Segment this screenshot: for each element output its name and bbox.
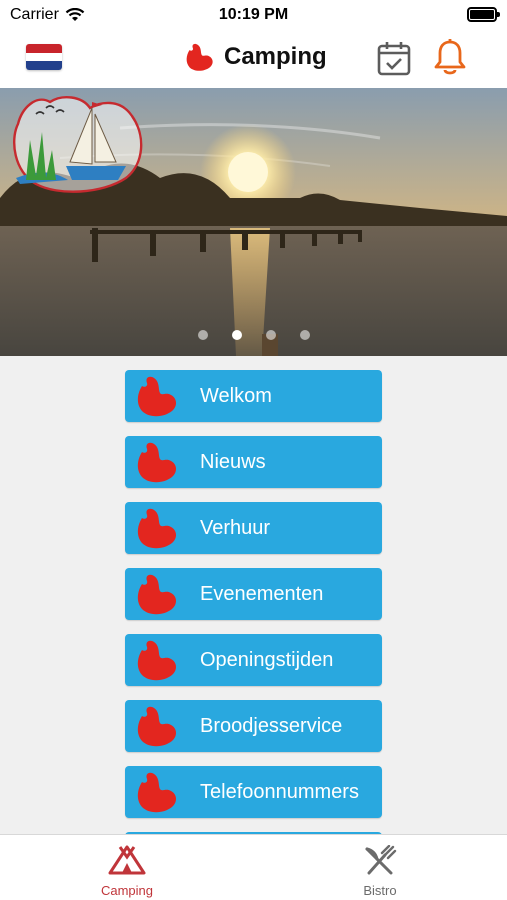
tab-bistro[interactable]: Bistro xyxy=(320,844,440,898)
menu-item-label: Telefoonnummers xyxy=(200,780,359,803)
menu-item-label: Nieuws xyxy=(200,450,266,473)
carousel-dot[interactable] xyxy=(299,330,310,340)
menu-item-label: Broodjesservice xyxy=(200,714,343,737)
battery-icon xyxy=(467,7,500,22)
dutch-flag-icon[interactable] xyxy=(26,44,62,70)
carousel-dot-active[interactable] xyxy=(231,330,242,340)
status-time: 10:19 PM xyxy=(218,6,289,23)
brand-logo-icon xyxy=(137,442,177,483)
menu-item-label: Evenementen xyxy=(200,582,324,605)
page-title: Camping xyxy=(224,43,327,70)
main-menu: Welkom Nieuws Verhuur Evenementen Openin… xyxy=(125,370,382,832)
brand-logo-icon xyxy=(137,706,177,747)
menu-item-nieuws[interactable]: Nieuws xyxy=(125,436,382,488)
carousel-dot[interactable] xyxy=(197,330,208,340)
tab-bar: Camping Bistro xyxy=(0,834,507,900)
bell-icon[interactable] xyxy=(432,38,468,76)
menu-item-verhuur[interactable]: Verhuur xyxy=(125,502,382,554)
calendar-check-icon[interactable] xyxy=(377,40,411,76)
brand-logo-icon xyxy=(137,508,177,549)
menu-item-label: Verhuur xyxy=(200,516,271,539)
brand-logo-icon xyxy=(137,772,177,813)
menu-item-broodjesservice[interactable]: Broodjesservice xyxy=(125,700,382,752)
navigation-bar: Camping xyxy=(0,30,507,88)
tab-camping[interactable]: Camping xyxy=(67,845,187,898)
campsite-logo-icon xyxy=(13,96,143,193)
photo-carousel[interactable] xyxy=(0,88,507,356)
carousel-pagination[interactable] xyxy=(0,330,507,340)
menu-item-telefoonnummers[interactable]: Telefoonnummers xyxy=(125,766,382,818)
tent-icon xyxy=(108,845,146,875)
tab-label: Bistro xyxy=(363,883,397,898)
app-title: Camping xyxy=(182,42,327,72)
menu-item-welkom[interactable]: Welkom xyxy=(125,370,382,422)
menu-item-openingstijden[interactable]: Openingstijden xyxy=(125,634,382,686)
brand-logo-icon xyxy=(186,43,213,71)
menu-item-evenementen[interactable]: Evenementen xyxy=(125,568,382,620)
carousel-dot[interactable] xyxy=(265,330,276,340)
fork-knife-icon xyxy=(365,844,397,875)
menu-item-label: Welkom xyxy=(200,384,272,407)
menu-item-label: Openingstijden xyxy=(200,648,334,671)
brand-logo-icon xyxy=(137,574,177,615)
brand-logo-icon xyxy=(137,376,177,417)
status-bar: Carrier 10:19 PM xyxy=(0,0,507,30)
brand-logo-icon xyxy=(137,640,177,681)
tab-label: Camping xyxy=(100,883,154,898)
